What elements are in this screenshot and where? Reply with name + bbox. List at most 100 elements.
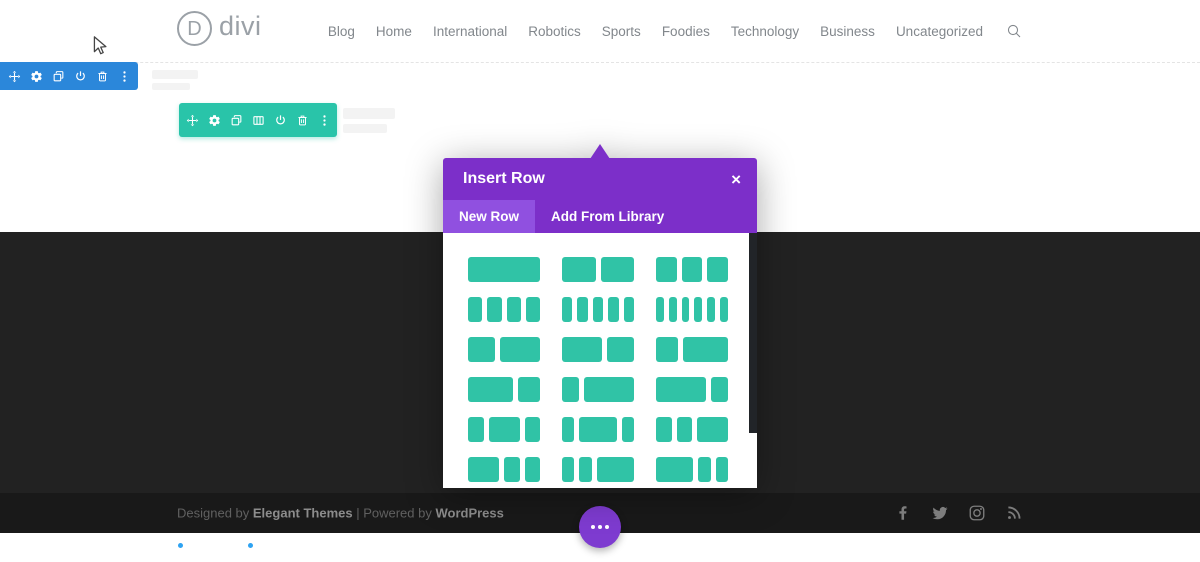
column-tile xyxy=(506,297,521,322)
column-tile xyxy=(468,257,540,282)
footer-credits: Designed by Elegant Themes | Powered by … xyxy=(177,506,504,521)
row-layout-1-5-3-5-1-5[interactable] xyxy=(562,417,635,442)
nav-item-home[interactable]: Home xyxy=(376,24,412,39)
row-layout-2-5-3-5[interactable] xyxy=(468,337,540,362)
column-tile xyxy=(656,417,672,442)
insert-row-modal: Insert Row × New Row Add From Library xyxy=(443,142,757,488)
search-icon[interactable] xyxy=(1006,23,1022,39)
delete-icon[interactable] xyxy=(296,114,309,127)
settings-icon[interactable] xyxy=(208,114,221,127)
column-tile xyxy=(707,297,716,322)
row-layout-3-4-1-4[interactable] xyxy=(656,377,728,402)
column-tile xyxy=(656,297,664,322)
divi-builder-page: D divi Blog Home International Robotics Spor… xyxy=(0,0,1200,562)
modal-scrollbar[interactable] xyxy=(749,233,757,433)
column-tile xyxy=(681,257,703,282)
facebook-icon[interactable] xyxy=(894,504,912,522)
column-tile xyxy=(579,457,592,482)
wordpress-link[interactable]: WordPress xyxy=(435,506,503,521)
move-icon[interactable] xyxy=(186,114,199,127)
duplicate-icon[interactable] xyxy=(52,70,65,83)
twitter-icon[interactable] xyxy=(931,504,949,522)
nav-item-international[interactable]: International xyxy=(433,24,507,39)
column-tile xyxy=(676,417,692,442)
move-icon[interactable] xyxy=(8,70,21,83)
column-tile xyxy=(562,297,573,322)
modal-header: Insert Row × xyxy=(443,158,757,200)
delete-icon[interactable] xyxy=(96,70,109,83)
column-tile xyxy=(698,457,711,482)
row-layout-1-3-1-3-1-3[interactable] xyxy=(656,257,729,282)
row-layout-1-4-3-4[interactable] xyxy=(562,377,634,402)
column-tile xyxy=(468,417,484,442)
rss-icon[interactable] xyxy=(1005,504,1023,522)
row-layout-1-6-1-6-1-6-1-6-1-6-1-6[interactable] xyxy=(656,297,728,322)
save-icon[interactable] xyxy=(274,114,287,127)
column-tile xyxy=(468,457,499,482)
row-layout-1-4-1-4-1-4-1-4[interactable] xyxy=(468,297,540,322)
site-logo[interactable]: D divi xyxy=(177,11,262,46)
columns-icon[interactable] xyxy=(252,114,265,127)
row-layout-1-2-1-4-1-4[interactable] xyxy=(468,457,540,482)
more-icon[interactable] xyxy=(318,114,331,127)
instagram-icon[interactable] xyxy=(968,504,986,522)
nav-item-foodies[interactable]: Foodies xyxy=(662,24,710,39)
widget-link-march-2022[interactable]: March 2022 xyxy=(178,539,259,552)
column-tile xyxy=(681,297,690,322)
column-tile xyxy=(577,297,588,322)
widget-link-business[interactable]: Business xyxy=(248,539,332,552)
row-layout-3-5-1-5-1-5[interactable] xyxy=(656,457,729,482)
row-layout-1-5-1-5-3-5[interactable] xyxy=(562,457,635,482)
row-layout-1-2-1-2[interactable] xyxy=(562,257,634,282)
row-layout-1-4-1-4-1-2[interactable] xyxy=(656,417,728,442)
save-icon[interactable] xyxy=(74,70,87,83)
row-layout-2-3-1-3[interactable] xyxy=(468,377,540,402)
divi-logo-icon: D xyxy=(177,11,212,46)
column-tile xyxy=(579,417,617,442)
column-tile xyxy=(562,377,579,402)
settings-icon[interactable] xyxy=(30,70,43,83)
column-tile xyxy=(562,337,603,362)
column-tile xyxy=(668,297,677,322)
row-toolbar[interactable] xyxy=(179,103,337,137)
close-icon[interactable]: × xyxy=(731,171,741,188)
dot xyxy=(591,525,595,529)
row-layout-1[interactable] xyxy=(468,257,540,282)
column-tile xyxy=(517,377,540,402)
column-tile xyxy=(488,417,520,442)
nav-item-robotics[interactable]: Robotics xyxy=(528,24,581,39)
credits-text: Designed by xyxy=(177,505,253,521)
elegant-themes-link[interactable]: Elegant Themes xyxy=(253,506,353,521)
content-placeholder xyxy=(343,124,387,133)
modal-arrow xyxy=(590,144,610,159)
content-placeholder xyxy=(152,83,190,90)
nav-item-technology[interactable]: Technology xyxy=(731,24,799,39)
tab-new-row[interactable]: New Row xyxy=(443,200,536,233)
row-layout-1-5-1-5-1-5-1-5-1-5[interactable] xyxy=(562,297,635,322)
row-layout-1-3-2-3[interactable] xyxy=(656,337,728,362)
nav-item-sports[interactable]: Sports xyxy=(602,24,641,39)
builder-expand-button[interactable] xyxy=(579,506,621,548)
section-toolbar[interactable] xyxy=(0,62,138,90)
column-tile xyxy=(562,417,575,442)
column-tile xyxy=(468,337,495,362)
modal-body xyxy=(443,233,757,488)
nav-item-blog[interactable]: Blog xyxy=(328,24,355,39)
section-boundary-line xyxy=(0,62,1200,63)
column-tile xyxy=(524,417,540,442)
column-tile xyxy=(524,457,540,482)
dot xyxy=(605,525,609,529)
column-tile xyxy=(608,297,619,322)
column-tile xyxy=(711,377,728,402)
row-layout-3-5-2-5[interactable] xyxy=(562,337,634,362)
credits-text: | Powered by xyxy=(352,505,436,521)
duplicate-icon[interactable] xyxy=(230,114,243,127)
nav-item-business[interactable]: Business xyxy=(820,24,875,39)
more-icon[interactable] xyxy=(118,70,131,83)
column-tile xyxy=(596,457,635,482)
column-tile xyxy=(562,457,575,482)
tab-add-from-library[interactable]: Add From Library xyxy=(535,200,680,233)
column-tile xyxy=(592,297,604,322)
row-layout-1-4-1-2-1-4[interactable] xyxy=(468,417,540,442)
nav-item-uncategorized[interactable]: Uncategorized xyxy=(896,24,983,39)
